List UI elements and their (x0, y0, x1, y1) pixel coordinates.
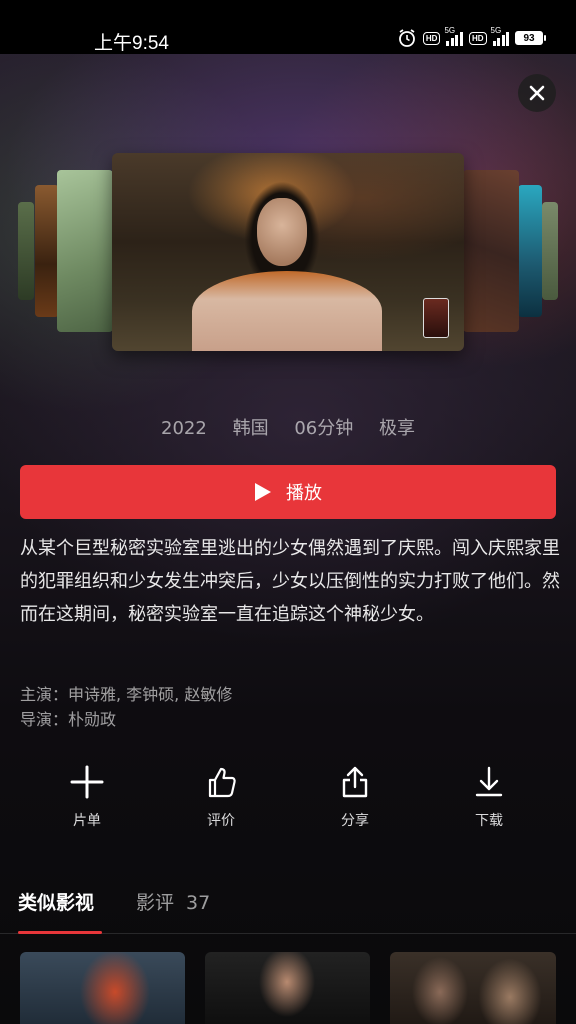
hd-badge-2: HD (468, 31, 487, 45)
still-thumbnail[interactable] (518, 185, 542, 317)
still-thumbnail[interactable] (57, 170, 113, 332)
still-thumbnail[interactable] (542, 202, 558, 300)
credits: 主演：申诗雅, 李钟硕, 赵敏修 导演：朴勋政 (20, 682, 232, 732)
rate-button[interactable]: 评价 (176, 764, 266, 830)
content-tabs: 类似影视 影评 37 (0, 886, 576, 934)
status-time: 上午9:54 (94, 33, 169, 54)
active-tab-indicator (18, 931, 102, 934)
meta-duration: 06分钟 (294, 418, 354, 439)
still-thumbnail[interactable] (463, 170, 519, 332)
signal-icon: 5G (444, 26, 463, 46)
share-button[interactable]: 分享 (310, 764, 400, 830)
still-thumbnail[interactable] (18, 202, 34, 300)
tab-reviews[interactable]: 影评 37 (136, 888, 210, 915)
meta-year: 2022 (161, 418, 207, 439)
tab-similar[interactable]: 类似影视 (18, 888, 94, 915)
still-thumbnail[interactable] (35, 185, 59, 317)
action-bar: 片单 评价 分享 下载 (20, 764, 556, 830)
similar-title-card[interactable] (390, 952, 556, 1024)
play-button[interactable]: 播放 (20, 465, 556, 519)
director-line: 导演：朴勋政 (20, 710, 117, 729)
play-button-label: 播放 (286, 483, 322, 504)
play-icon (255, 483, 271, 501)
tab-reviews-label: 影评 (136, 892, 175, 914)
movie-meta: 2022 韩国 06分钟 极享 (0, 414, 576, 440)
status-bar: 上午9:54 HD 5G HD 5G 93 (0, 0, 576, 54)
stills-carousel[interactable] (0, 150, 576, 355)
poster-thumbnail (423, 298, 449, 338)
cast-line: 主演：申诗雅, 李钟硕, 赵敏修 (20, 685, 233, 704)
main-still-image[interactable] (112, 153, 464, 351)
similar-title-card[interactable] (205, 952, 370, 1024)
status-icons: HD 5G HD 5G 93 (397, 26, 546, 48)
movie-description: 从某个巨型秘密实验室里逃出的少女偶然遇到了庆熙。闯入庆熙家里的犯罪组织和少女发生… (20, 538, 560, 625)
alarm-clock-icon (398, 29, 415, 47)
meta-country: 韩国 (232, 418, 269, 439)
share-icon (342, 766, 368, 798)
reviews-count: 37 (186, 892, 211, 914)
close-icon (529, 85, 545, 101)
signal-icon-2: 5G (491, 26, 509, 46)
meta-platform: 极享 (378, 418, 415, 439)
thumbs-up-icon (208, 767, 236, 798)
similar-title-card[interactable] (20, 952, 185, 1024)
download-button[interactable]: 下载 (444, 764, 534, 830)
plus-icon (70, 765, 104, 799)
similar-titles-row (0, 952, 576, 1024)
close-button[interactable] (518, 74, 556, 112)
battery-icon: 93 (515, 31, 546, 45)
hd-badge: HD (422, 31, 441, 45)
add-to-list-button[interactable]: 片单 (42, 764, 132, 830)
download-icon (475, 766, 503, 797)
